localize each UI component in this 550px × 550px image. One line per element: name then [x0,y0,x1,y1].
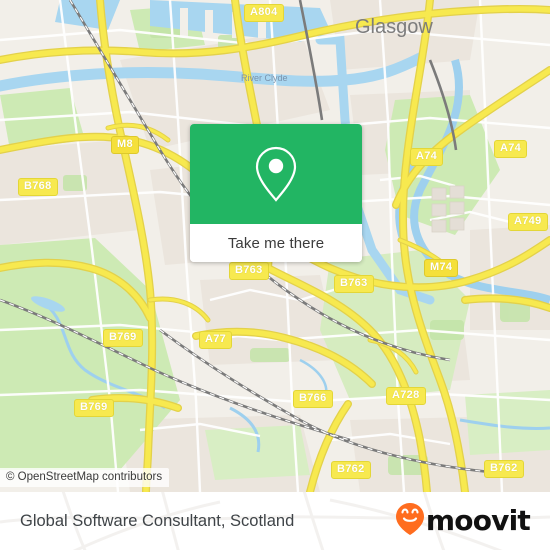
road-shield-a804: A804 [244,4,284,22]
road-shield-a728: A728 [386,387,426,405]
water-label-river-clyde: River Clyde [241,73,288,83]
map-canvas[interactable]: Glasgow River Clyde A804 M8 B768 A74 A74 A749… [0,0,550,492]
place-label-glasgow: Glasgow [355,16,433,38]
take-me-there-label: Take me there [227,234,325,252]
location-card[interactable]: Take me there [190,124,362,262]
road-shield-a749: A749 [508,213,548,231]
road-shield-b768: B768 [18,178,58,196]
map-attribution[interactable]: © OpenStreetMap contributors [0,468,170,487]
road-shield-b766: B766 [293,390,333,408]
moovit-smiley-pin-icon [395,502,425,541]
moovit-map-page: Glasgow River Clyde A804 M8 B768 A74 A74 A749… [0,0,550,550]
road-shield-a74: A74 [494,140,528,158]
road-shield-m74: M74 [424,259,459,277]
moovit-logo[interactable]: moovit [395,502,531,541]
footer-title: Global Software Consultant, Scotland [20,511,295,530]
road-shield-b769: B769 [74,399,114,417]
map-pin-icon [253,145,299,203]
footer-content: Global Software Consultant, Scotland moo… [0,492,550,550]
road-shield-b762: B762 [331,461,371,479]
take-me-there-button[interactable]: Take me there [190,224,362,262]
moovit-wordmark: moovit [425,504,531,537]
road-shield-a74: A74 [410,148,444,166]
road-shield-a77: A77 [199,331,233,349]
road-shield-m8: M8 [111,136,139,154]
road-shield-b763: B763 [334,275,374,293]
footer-bar: Global Software Consultant, Scotland moo… [0,492,550,550]
card-pin-area [190,124,362,224]
road-shield-b769: B769 [103,329,143,347]
road-shield-b762: B762 [484,460,524,478]
road-shield-b763: B763 [229,262,269,280]
